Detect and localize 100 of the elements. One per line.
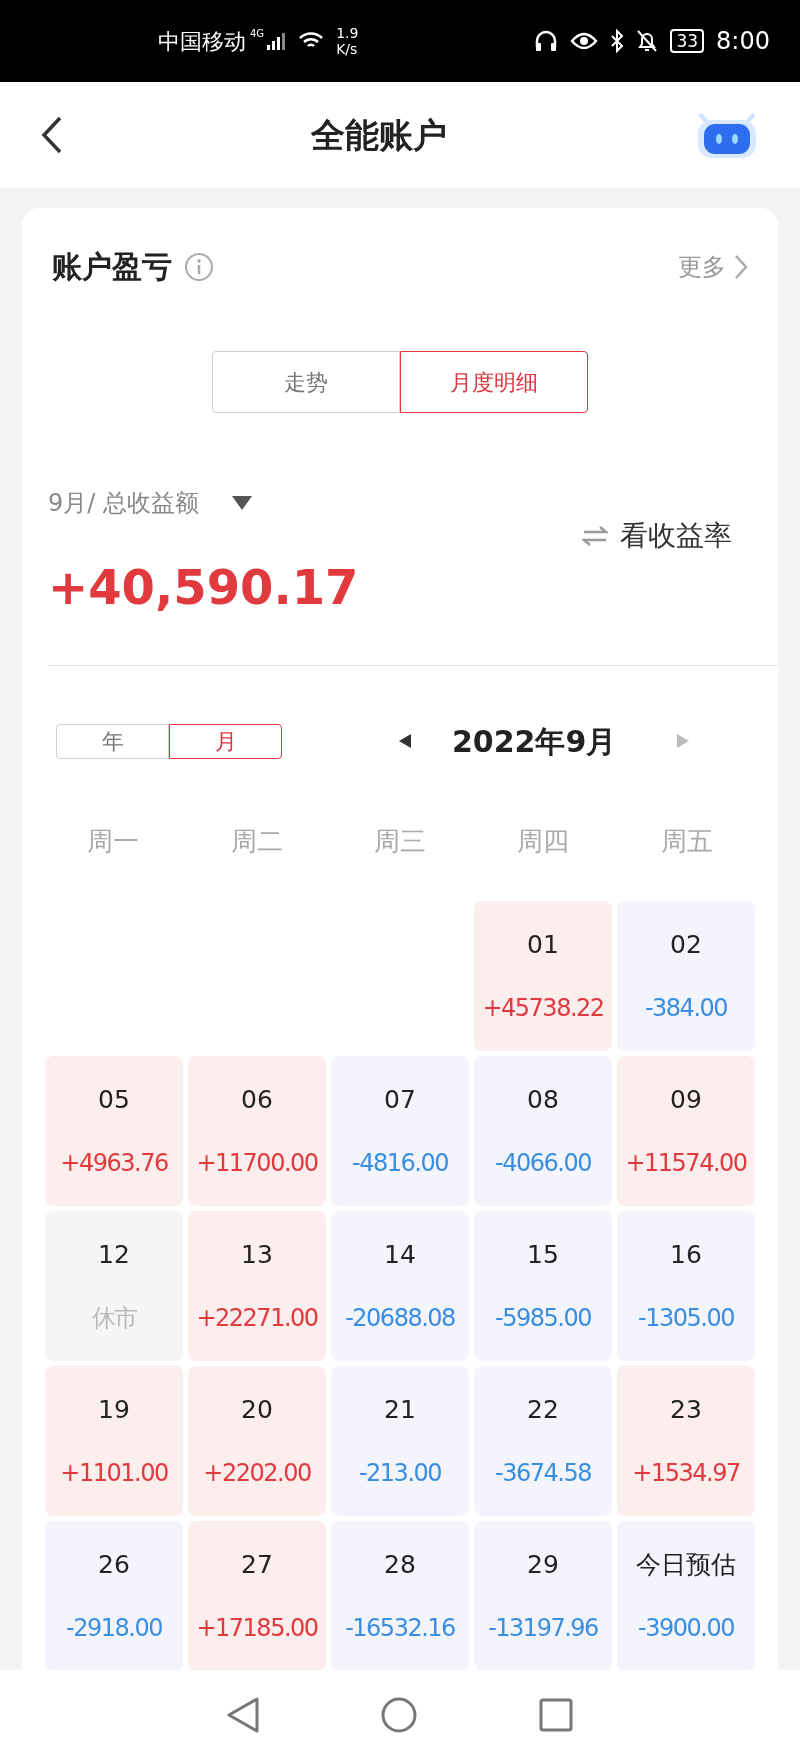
- day-cell[interactable]: 13 +22271.00: [188, 1211, 326, 1361]
- day-profit: -5985.00: [495, 1302, 591, 1334]
- segment-tab[interactable]: 月度明细: [400, 351, 588, 413]
- day-number: 14: [384, 1239, 416, 1272]
- day-number: 13: [241, 1239, 273, 1272]
- day-profit: +4963.76: [60, 1147, 168, 1179]
- weekday-label: 周四: [516, 825, 571, 858]
- day-number: 28: [384, 1549, 416, 1582]
- day-number: 12: [98, 1239, 130, 1272]
- day-number: 05: [98, 1084, 130, 1117]
- day-profit: -384.00: [644, 992, 728, 1024]
- day-number: 今日预估: [636, 1549, 736, 1582]
- day-profit: -4066.00: [495, 1147, 591, 1179]
- day-cell[interactable]: 23 +1534.97: [617, 1366, 755, 1516]
- day-number: 20: [241, 1394, 273, 1427]
- page-title: 全能账户: [311, 113, 447, 157]
- day-number: 26: [98, 1549, 130, 1582]
- carrier-name: 中国移动: [158, 27, 246, 56]
- chevron-right-icon: [734, 253, 748, 280]
- signal-icon: [266, 31, 287, 51]
- day-number: 19: [98, 1394, 130, 1427]
- day-profit: +17185.00: [196, 1612, 318, 1644]
- bell-off-icon: [636, 29, 659, 53]
- info-icon[interactable]: [184, 251, 214, 282]
- bluetooth-icon: [610, 29, 625, 53]
- month-label: 2022年9月: [452, 722, 617, 761]
- segment-tab[interactable]: 月: [169, 723, 282, 759]
- day-cell[interactable]: 08 -4066.00: [474, 1056, 612, 1206]
- day-cell[interactable]: 29 -13197.96: [474, 1521, 612, 1670]
- day-profit: -13197.96: [488, 1612, 598, 1644]
- eye-icon: [570, 31, 599, 51]
- day-number: 22: [527, 1394, 559, 1427]
- day-cell[interactable]: 今日预估 -3900.00: [617, 1521, 755, 1670]
- segment-tab[interactable]: 年: [56, 723, 169, 759]
- dropdown-caret-icon[interactable]: [231, 495, 253, 511]
- day-cell[interactable]: 21 -213.00: [331, 1366, 469, 1516]
- day-profit: +22271.00: [196, 1302, 318, 1334]
- day-number: 27: [241, 1549, 273, 1582]
- day-profit: -3900.00: [638, 1612, 734, 1644]
- day-cell[interactable]: 28 -16532.16: [331, 1521, 469, 1670]
- total-profit: +40,590.17: [48, 558, 359, 617]
- day-number: 21: [384, 1394, 416, 1427]
- day-profit: -213.00: [358, 1457, 442, 1489]
- day-cell[interactable]: 01 +45738.22: [474, 901, 612, 1051]
- weekday-label: 周五: [659, 825, 714, 858]
- day-cell[interactable]: 06 +11700.00: [188, 1056, 326, 1206]
- day-cell[interactable]: 22 -3674.58: [474, 1366, 612, 1516]
- day-cell[interactable]: 15 -5985.00: [474, 1211, 612, 1361]
- recents-nav-icon[interactable]: [538, 1697, 574, 1733]
- day-cell[interactable]: 26 -2918.00: [45, 1521, 183, 1670]
- yield-switch-button[interactable]: 看收益率: [582, 515, 732, 557]
- day-profit: -2918.00: [66, 1612, 162, 1644]
- day-number: 06: [241, 1084, 273, 1117]
- back-nav-icon[interactable]: [226, 1696, 260, 1734]
- day-profit: +11700.00: [196, 1147, 318, 1179]
- speed-value: 1.9: [336, 25, 359, 41]
- day-number: 02: [670, 929, 702, 962]
- day-number: 15: [527, 1239, 559, 1272]
- card-title: 账户盈亏: [52, 248, 172, 286]
- day-number: 07: [384, 1084, 416, 1117]
- day-cell[interactable]: 19 +1101.00: [45, 1366, 183, 1516]
- day-cell[interactable]: 02 -384.00: [617, 901, 755, 1051]
- day-number: 16: [670, 1239, 702, 1272]
- clock: 8:00: [716, 26, 770, 57]
- back-icon[interactable]: [40, 115, 64, 155]
- day-cell[interactable]: 27 +17185.00: [188, 1521, 326, 1670]
- day-profit: +1534.97: [632, 1457, 740, 1489]
- headphones-icon: [534, 29, 559, 53]
- prev-month-icon[interactable]: [398, 733, 412, 749]
- day-profit: -3674.58: [495, 1457, 591, 1489]
- day-cell[interactable]: 14 -20688.08: [331, 1211, 469, 1361]
- day-profit: +2202.00: [203, 1457, 311, 1489]
- speed-unit: K/s: [336, 41, 359, 57]
- segment-tab[interactable]: 走势: [212, 351, 400, 413]
- day-cell[interactable]: 20 +2202.00: [188, 1366, 326, 1516]
- day-profit: -20688.08: [345, 1302, 455, 1334]
- day-cell[interactable]: 16 -1305.00: [617, 1211, 755, 1361]
- weekday-label: 周三: [373, 825, 427, 858]
- day-number: 23: [670, 1394, 702, 1427]
- swap-icon: [582, 526, 608, 546]
- battery-indicator: 33: [670, 29, 705, 53]
- day-cell[interactable]: 09 +11574.00: [617, 1056, 755, 1206]
- period-label: 9月/ 总收益额: [48, 488, 199, 519]
- day-number: 29: [527, 1549, 559, 1582]
- day-cell[interactable]: 12 休市: [45, 1211, 183, 1361]
- day-profit: +1101.00: [60, 1457, 168, 1489]
- day-cell[interactable]: 05 +4963.76: [45, 1056, 183, 1206]
- weekday-label: 周一: [86, 825, 141, 858]
- day-profit: -16532.16: [345, 1612, 455, 1644]
- day-number: 08: [527, 1084, 559, 1117]
- day-number: 01: [527, 929, 559, 962]
- day-number: 09: [670, 1084, 702, 1117]
- weekday-label: 周二: [229, 825, 284, 858]
- day-cell[interactable]: 07 -4816.00: [331, 1056, 469, 1206]
- day-profit: +11574.00: [625, 1147, 747, 1179]
- day-profit: -4816.00: [352, 1147, 448, 1179]
- day-profit: -1305.00: [638, 1302, 734, 1334]
- day-profit: +45738.22: [482, 992, 604, 1024]
- home-nav-icon[interactable]: [380, 1696, 418, 1734]
- network-type: 4G: [250, 27, 265, 41]
